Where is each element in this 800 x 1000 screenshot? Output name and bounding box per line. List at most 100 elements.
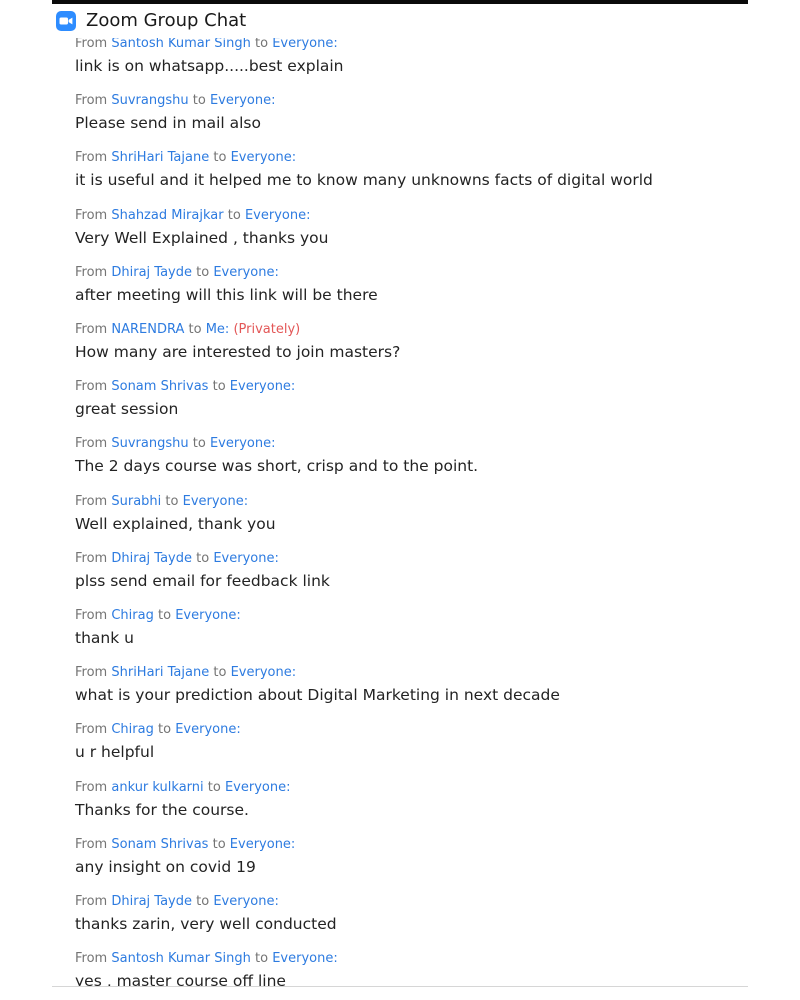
message-text: Very Well Explained , thanks you (75, 228, 329, 247)
message-text: How many are interested to join masters? (75, 343, 401, 361)
from-label: From (75, 550, 108, 566)
to-label: to (196, 550, 210, 566)
to-label: to (188, 322, 202, 337)
chat-message: From Sonam Shrivas to Everyone: great se… (75, 379, 735, 419)
message-text: thank u (75, 629, 134, 647)
recipient-name[interactable]: Everyone: (210, 93, 276, 108)
message-text: what is your prediction about Digital Ma… (75, 686, 560, 705)
from-label: From (75, 836, 108, 852)
window-title: Zoom Group Chat (86, 10, 247, 31)
sender-name[interactable]: Dhiraj Tayde (111, 265, 192, 280)
recipient-name[interactable]: Everyone: (230, 837, 296, 852)
sender-name[interactable]: Suvrangshu (111, 436, 188, 451)
message-header: From Dhiraj Tayde to Everyone: (75, 551, 735, 567)
recipient-name[interactable]: Everyone: (213, 894, 279, 909)
from-label: From (75, 665, 108, 681)
message-text: Please send in mail also (75, 114, 261, 133)
to-label: to (165, 493, 179, 509)
recipient-name[interactable]: Everyone: (231, 665, 297, 680)
from-label: From (75, 379, 108, 395)
sender-name[interactable]: Sonam Shrivas (111, 837, 208, 852)
chat-message: From Santosh Kumar Singh to Everyone: ye… (75, 951, 735, 986)
sender-name[interactable]: Suvrangshu (111, 93, 188, 108)
message-header: From Shahzad Mirajkar to Everyone: (75, 208, 735, 224)
recipient-name[interactable]: Everyone: (183, 494, 249, 509)
screenshot-frame: From Santosh Kumar Singh to Everyone: li… (0, 0, 800, 1000)
message-text: plss send email for feedback link (75, 571, 330, 590)
sender-name[interactable]: Shahzad Mirajkar (111, 208, 223, 223)
sender-name[interactable]: Chirag (111, 608, 154, 623)
chat-message: From Dhiraj Tayde to Everyone: plss send… (75, 551, 735, 591)
sender-name[interactable]: Surabhi (111, 494, 165, 509)
message-text: The 2 days course was short, crisp and t… (75, 457, 479, 476)
message-text: any insight on covid 19 (75, 857, 256, 876)
sender-name[interactable]: Santosh Kumar Singh (111, 36, 250, 51)
recipient-name[interactable]: Everyone: (272, 951, 338, 966)
from-label: From (75, 951, 108, 967)
recipient-name[interactable]: Everyone: (210, 436, 276, 451)
to-label: to (254, 951, 269, 967)
to-label: to (192, 93, 206, 109)
chat-message-list[interactable]: From Santosh Kumar Singh to Everyone: li… (52, 4, 748, 986)
message-header: From Suvrangshu to Everyone: (75, 93, 735, 109)
chat-message: From Dhiraj Tayde to Everyone: thanks za… (75, 894, 735, 934)
sender-name[interactable]: Chirag (111, 722, 154, 737)
sender-name[interactable]: Dhiraj Tayde (111, 551, 192, 566)
from-label: From (75, 207, 108, 223)
from-label: From (75, 493, 108, 509)
sender-name[interactable]: ankur kulkarni (111, 780, 203, 795)
sender-name[interactable]: Sonam Shrivas (111, 379, 208, 394)
message-header: From Suvrangshu to Everyone: (75, 436, 735, 452)
message-header: From ShriHari Tajane to Everyone: (75, 150, 735, 166)
to-label: to (227, 207, 241, 223)
to-label: to (196, 264, 210, 280)
from-label: From (75, 36, 108, 51)
to-label: to (213, 150, 227, 166)
message-header: From Dhiraj Tayde to Everyone: (75, 265, 735, 281)
message-text: thanks zarin, very well conducted (75, 915, 337, 933)
recipient-name[interactable]: Everyone: (175, 722, 241, 737)
chat-message: From Surabhi to Everyone: Well explained… (75, 494, 735, 534)
recipient-name[interactable]: Everyone: (231, 150, 297, 165)
recipient-name[interactable]: Everyone: (245, 208, 311, 223)
sender-name[interactable]: ShriHari Tajane (111, 150, 209, 165)
from-label: From (75, 894, 108, 909)
message-text: it is useful and it helped me to know ma… (75, 171, 653, 190)
recipient-name[interactable]: Everyone: (230, 379, 296, 394)
recipient-name[interactable]: Everyone: (213, 551, 279, 566)
message-text: Thanks for the course. (75, 800, 249, 819)
message-header: From Santosh Kumar Singh to Everyone: (75, 951, 735, 967)
title-bar: Zoom Group Chat (52, 4, 748, 38)
sender-name[interactable]: ShriHari Tajane (111, 665, 209, 680)
from-label: From (75, 150, 108, 166)
message-header: From Surabhi to Everyone: (75, 494, 735, 510)
chat-message: From Suvrangshu to Everyone: Please send… (75, 93, 735, 133)
sender-name[interactable]: Santosh Kumar Singh (111, 951, 250, 966)
message-header: From Sonam Shrivas to Everyone: (75, 379, 735, 395)
recipient-name[interactable]: Everyone: (272, 36, 338, 51)
to-label: to (212, 836, 226, 852)
message-header: From ankur kulkarni to Everyone: (75, 780, 735, 796)
from-label: From (75, 93, 108, 109)
from-label: From (75, 264, 108, 280)
recipient-name[interactable]: Me: (206, 322, 230, 337)
to-label: to (158, 722, 172, 738)
message-text: u r helpful (75, 743, 155, 762)
recipient-name[interactable]: Everyone: (175, 608, 241, 623)
from-label: From (75, 779, 108, 795)
sender-name[interactable]: NARENDRA (111, 322, 184, 337)
recipient-name[interactable]: Everyone: (213, 265, 279, 280)
chat-message: From NARENDRA to Me: (Privately) How many… (75, 322, 735, 362)
recipient-name[interactable]: Everyone: (225, 780, 291, 795)
chat-message: From ShriHari Tajane to Everyone: what i… (75, 665, 735, 705)
zoom-video-camera-icon (56, 11, 76, 31)
chat-message: From Dhiraj Tayde to Everyone: after mee… (75, 265, 735, 305)
message-text: link is on whatsapp.....best explain (75, 57, 344, 75)
message-header: From Santosh Kumar Singh to Everyone: (75, 36, 735, 52)
sender-name[interactable]: Dhiraj Tayde (111, 894, 192, 909)
chat-message: From Sonam Shrivas to Everyone: any insi… (75, 837, 735, 877)
to-label: to (158, 608, 172, 623)
to-label: to (212, 379, 226, 395)
to-label: to (192, 436, 206, 452)
chat-message: From ankur kulkarni to Everyone: Thanks … (75, 780, 735, 820)
